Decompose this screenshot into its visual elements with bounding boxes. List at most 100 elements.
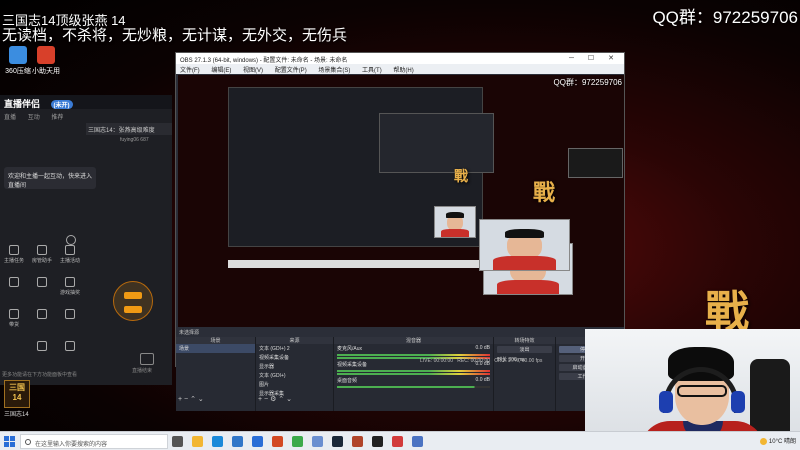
taskbar-search-input[interactable]: 在这里输入你要搜索的内容 — [20, 434, 168, 449]
window-controls[interactable]: ─ ☐ ✕ — [569, 54, 620, 62]
preview-nested-deep — [568, 148, 623, 178]
preview-webcam-small — [434, 206, 476, 238]
gamepad-icon — [65, 341, 75, 351]
mixer-track: 桌面音频 0.0 dB — [337, 377, 490, 384]
grid-item-shop[interactable]: 带货 — [0, 309, 28, 328]
menu-profile[interactable]: 配置文件(P) — [275, 68, 307, 74]
source-item[interactable]: 视频采集设备 — [256, 353, 333, 362]
helper-status-badge[interactable]: (未开) — [50, 100, 73, 110]
source-item[interactable]: 显示器 — [256, 362, 333, 371]
game-logo-badge[interactable]: 三国 14 — [4, 380, 30, 408]
helper-scene-title: 三国志14：张燕高级难度 — [86, 123, 172, 135]
shop-icon — [9, 309, 19, 319]
mixer-dock: 混音器 麦克风/Aux 0.0 dB 视频采集设备 0.0 dB 桌面音频 0.… — [334, 337, 494, 411]
source-item[interactable]: 文本 (GDI+) 2 — [256, 344, 333, 353]
source-item[interactable]: 图片 — [256, 380, 333, 389]
volume-meter[interactable] — [337, 370, 490, 372]
grid-icon — [65, 309, 75, 319]
live-helper-panel: 直播伴侣 (未开) 直播 互动 推荐 三国志14：张燕高级难度 fuying06… — [0, 95, 172, 385]
obs-icon[interactable] — [372, 436, 383, 447]
calendar-icon — [37, 309, 47, 319]
store-icon[interactable] — [232, 436, 243, 447]
menu-tools[interactable]: 工具(T) — [362, 68, 382, 74]
grid-item-gift[interactable] — [28, 277, 56, 289]
menu-edit[interactable]: 编辑(E) — [211, 68, 231, 74]
rec-timer: REC: 00:00:00 — [457, 358, 491, 364]
preview-taskbar — [228, 260, 483, 268]
tab-live[interactable]: 直播 — [4, 115, 16, 121]
scene-item[interactable]: 场景 — [176, 344, 255, 353]
end-live-icon[interactable] — [140, 353, 154, 365]
start-button[interactable] — [4, 436, 15, 447]
preview-war-character-large: 戰 — [533, 180, 556, 206]
transitions-dock-title: 转场特效 — [494, 337, 555, 344]
weather-label[interactable]: 10°C 晴朗 — [769, 439, 796, 445]
menu-view[interactable]: 视图(V) — [243, 68, 263, 74]
search-icon — [25, 439, 31, 445]
desktop-icon-helper[interactable]: 小助天用 — [28, 46, 64, 76]
qq-group-label: QQ群：972259706 — [652, 8, 798, 27]
edge-icon[interactable] — [212, 436, 223, 447]
obs-docks: 场景 场景 + − ⌃ ⌄ 来源 文本 (GDI+) 2 视频采集设备 显示器 … — [176, 337, 624, 411]
explorer-icon[interactable] — [192, 436, 203, 447]
hub-button-bottom[interactable] — [124, 306, 142, 313]
helper-hint: 更多功能请在下方功能面板中查看 — [2, 372, 78, 378]
obs-preview[interactable]: 三国志14顶级张燕 14 无读档，不杀将，无炒粮，无计谋，无外交，无伤兵 QQ群… — [178, 75, 624, 327]
tab-interact[interactable]: 互动 — [28, 115, 40, 121]
desktop-icon-label: 360压缩 — [5, 68, 31, 75]
end-live-label: 直播结束 — [132, 368, 153, 374]
tab-recommend[interactable]: 推荐 — [51, 115, 63, 121]
grid-item-task[interactable]: 主播任务 — [0, 245, 28, 264]
overlay-webcam — [479, 219, 570, 271]
menu-file[interactable]: 文件(F) — [180, 68, 200, 74]
obs-title: OBS 27.1.3 (64-bit, windows) - 配置文件: 未命名… — [180, 58, 348, 64]
game-logo-caption: 三国志14 — [4, 412, 29, 418]
grid-item-calendar[interactable] — [28, 309, 56, 321]
office-icon[interactable] — [272, 436, 283, 447]
grid-item-admin[interactable]: 房管助手 — [28, 245, 56, 264]
source-item[interactable]: 文本 (GDI+) — [256, 371, 333, 380]
chrome-icon[interactable] — [292, 436, 303, 447]
task-icon — [9, 245, 19, 255]
scene-add-remove-controls[interactable]: + − ⌃ ⌄ — [178, 395, 204, 403]
obs-titlebar: OBS 27.1.3 (64-bit, windows) - 配置文件: 未命名… — [176, 53, 624, 64]
helper-tabs: 直播 互动 推荐 — [0, 109, 172, 121]
grid-item-gamepad[interactable] — [56, 341, 84, 353]
grid-item-lottery[interactable]: 游戏抽奖 — [56, 277, 84, 296]
more-options-icon[interactable] — [66, 235, 76, 245]
steam-icon[interactable] — [332, 436, 343, 447]
mixer-dock-title: 混音器 — [334, 337, 493, 344]
grid-item-clock[interactable] — [0, 277, 28, 289]
scenes-dock: 场景 场景 + − ⌃ ⌄ — [176, 337, 256, 411]
cpu-usage: CPU: 1.7%, 60.00 fps — [494, 358, 543, 364]
weather-icon — [760, 437, 768, 445]
app-icon[interactable] — [412, 436, 423, 447]
volume-meter[interactable] — [337, 354, 490, 356]
menu-help[interactable]: 帮助(H) — [393, 68, 413, 74]
desktop-icon-label: 小助天用 — [32, 68, 60, 75]
transitions-dock: 转场特效 淡出 时长 300 ms — [494, 337, 556, 411]
grid-item-grid[interactable] — [56, 309, 84, 321]
live-timer: LIVE: 00:00:00 — [420, 358, 454, 364]
music-icon[interactable] — [392, 436, 403, 447]
scene-hub — [113, 281, 153, 321]
volume-meter[interactable] — [337, 386, 490, 388]
source-add-remove-controls[interactable]: + − ⚙ ⌃ ⌄ — [258, 395, 292, 403]
obs-statusbar: LIVE: 00:00:00 REC: 00:00:00 CPU: 1.7%, … — [420, 358, 542, 364]
hub-button-top[interactable] — [124, 292, 142, 299]
mail-icon[interactable] — [252, 436, 263, 447]
search-placeholder: 在这里输入你要搜索的内容 — [35, 442, 108, 448]
photos-icon[interactable] — [312, 436, 323, 447]
menu-scene-collection[interactable]: 场景集合(S) — [318, 68, 350, 74]
volume-meter[interactable] — [337, 373, 490, 375]
grid-item-download[interactable] — [28, 341, 56, 353]
preview-war-character: 戰 — [454, 169, 468, 185]
taskview-icon[interactable] — [172, 436, 183, 447]
grid-item-activity[interactable]: 主播活动 — [56, 245, 84, 264]
admin-icon — [37, 245, 47, 255]
helper-app-name: 直播伴侣 — [4, 99, 41, 109]
download-icon — [37, 341, 47, 351]
windows-taskbar: 在这里输入你要搜索的内容 10°C 晴朗 — [0, 431, 800, 450]
transition-select[interactable]: 淡出 — [497, 346, 552, 353]
game-icon[interactable] — [352, 436, 363, 447]
